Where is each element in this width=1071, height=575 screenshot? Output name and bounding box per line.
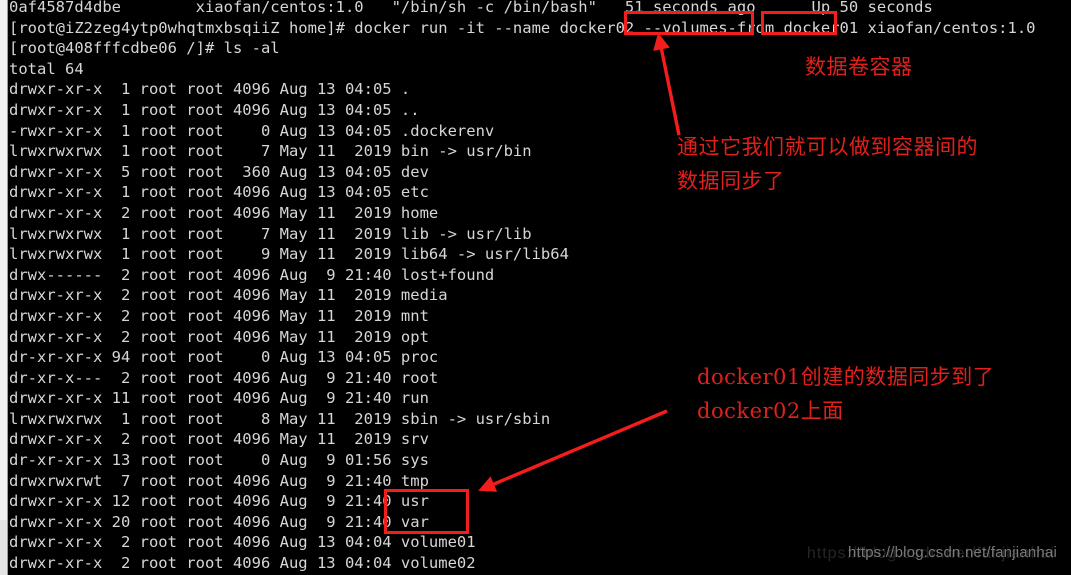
terminal-line: [root@iZ2zeg4ytp0whqtmxbsqiiZ home]# doc…: [9, 18, 1036, 37]
note-data-volume-container: 数据卷容器: [805, 55, 913, 79]
terminal-line: drwx------ 2 root root 4096 Aug 9 21:40 …: [9, 265, 495, 284]
note-sync-line2: 数据同步了: [677, 169, 785, 193]
window-left-edge: [0, 0, 8, 575]
terminal-line: lrwxrwxrwx 1 root root 9 May 11 2019 lib…: [9, 245, 569, 264]
terminal-line: drwxr-xr-x 2 root root 4096 May 11 2019 …: [9, 327, 429, 346]
terminal-output[interactable]: 0af4587d4dbe xiaofan/centos:1.0 "/bin/sh…: [9, 0, 1071, 575]
note-result-line1: docker01创建的数据同步到了: [697, 365, 995, 389]
window-left-edge-bottom: [0, 520, 7, 575]
terminal-line: 0af4587d4dbe xiaofan/centos:1.0 "/bin/sh…: [9, 0, 933, 16]
terminal-line: drwxr-xr-x 2 root root 4096 May 11 2019 …: [9, 286, 448, 305]
terminal-line: drwxr-xr-x 5 root root 360 Aug 13 04:05 …: [9, 162, 429, 181]
note-sync-line1: 通过它我们就可以做到容器间的: [677, 135, 978, 159]
terminal-line: drwxr-xr-x 2 root root 4096 May 11 2019 …: [9, 430, 429, 449]
terminal-line: drwxr-xr-x 1 root root 4096 Aug 13 04:05…: [9, 183, 429, 202]
watermark: https://blog.csdn.net/fanjianhai: [847, 544, 1057, 561]
terminal-line: drwxrwxrwt 7 root root 4096 Aug 9 21:40 …: [9, 471, 429, 490]
terminal-line: lrwxrwxrwx 1 root root 8 May 11 2019 sbi…: [9, 409, 551, 428]
terminal-line: drwxr-xr-x 2 root root 4096 May 11 2019 …: [9, 203, 439, 222]
terminal-line: drwxr-xr-x 2 root root 4096 May 11 2019 …: [9, 306, 429, 325]
note-result-line2: docker02上面: [697, 399, 844, 423]
terminal-line: drwxr-xr-x 1 root root 4096 Aug 13 04:05…: [9, 100, 420, 119]
terminal-screenshot: 0af4587d4dbe xiaofan/centos:1.0 "/bin/sh…: [0, 0, 1071, 575]
terminal-line: lrwxrwxrwx 1 root root 7 May 11 2019 lib…: [9, 224, 532, 243]
terminal-line: drwxr-xr-x 12 root root 4096 Aug 9 21:40…: [9, 492, 429, 511]
terminal-line: dr-xr-xr-x 13 root root 0 Aug 9 01:56 sy…: [9, 451, 429, 470]
terminal-line: drwxr-xr-x 20 root root 4096 Aug 9 21:40…: [9, 512, 429, 531]
